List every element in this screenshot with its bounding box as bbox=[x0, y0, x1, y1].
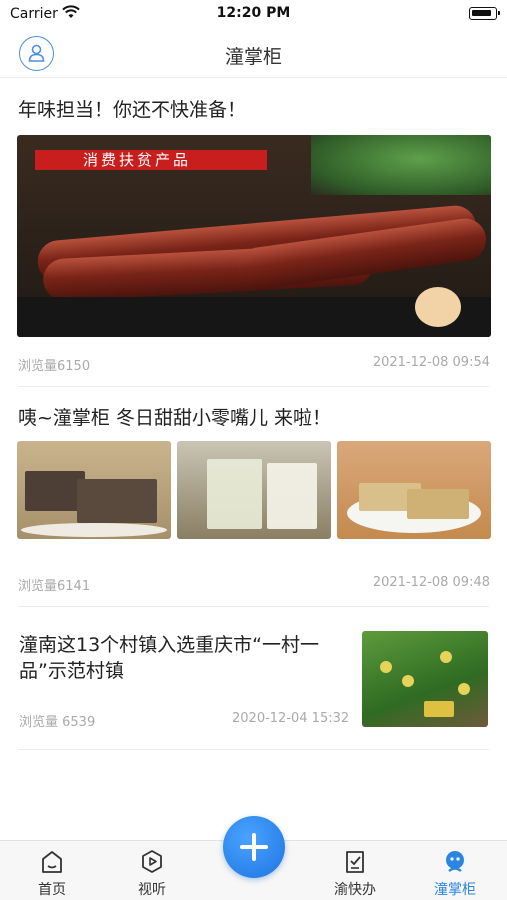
view-count: 浏览量6141 bbox=[18, 579, 91, 594]
article-thumbnail[interactable] bbox=[177, 441, 331, 539]
tab-shopkeeper[interactable]: 潼掌柜 bbox=[415, 841, 495, 900]
article-thumbnail[interactable] bbox=[17, 441, 171, 539]
tab-label: 视听 bbox=[138, 882, 166, 898]
tab-label: 潼掌柜 bbox=[434, 882, 476, 898]
page-title: 潼掌柜 bbox=[224, 46, 282, 68]
view-count: 浏览量6150 bbox=[18, 359, 91, 374]
publish-date: 2020-12-04 15:32 bbox=[232, 711, 350, 726]
tab-label: 首页 bbox=[38, 882, 66, 898]
header: 潼掌柜 bbox=[0, 28, 507, 78]
tab-services[interactable]: 渝快办 bbox=[315, 841, 395, 900]
article-image[interactable]: 消费扶贫产品 bbox=[17, 135, 491, 337]
image-banner: 消费扶贫产品 bbox=[35, 150, 267, 170]
cartoon-face-icon bbox=[415, 287, 461, 327]
article-title[interactable]: 咦~潼掌柜 冬日甜甜小零嘴儿 来啦！ bbox=[18, 403, 331, 430]
tab-audio-video[interactable]: 视听 bbox=[112, 841, 192, 900]
divider bbox=[18, 606, 489, 607]
publish-date: 2021-12-08 09:54 bbox=[372, 355, 490, 370]
plus-icon[interactable] bbox=[223, 816, 285, 878]
status-bar: Carrier 12:20 PM bbox=[0, 0, 507, 28]
article-thumbnail[interactable] bbox=[337, 441, 491, 539]
divider bbox=[18, 386, 489, 387]
view-count: 浏览量 6539 bbox=[19, 715, 96, 730]
status-time: 12:20 PM bbox=[216, 5, 291, 21]
article-title[interactable]: 潼南这13个村镇入选重庆市“一村一品”示范村镇 bbox=[19, 632, 349, 684]
shopkeeper-icon bbox=[446, 851, 464, 872]
tab-home[interactable]: 首页 bbox=[12, 841, 92, 900]
checklist-icon bbox=[346, 851, 364, 873]
article-title[interactable]: 年味担当！你还不快准备！ bbox=[18, 95, 246, 122]
battery-icon bbox=[469, 7, 500, 20]
publish-date: 2021-12-08 09:48 bbox=[372, 575, 490, 590]
divider bbox=[18, 749, 489, 750]
tab-label: 渝快办 bbox=[334, 882, 376, 898]
play-icon bbox=[142, 850, 162, 873]
image-background bbox=[311, 135, 491, 195]
article-thumbnail[interactable] bbox=[362, 631, 488, 727]
home-icon bbox=[42, 851, 62, 873]
